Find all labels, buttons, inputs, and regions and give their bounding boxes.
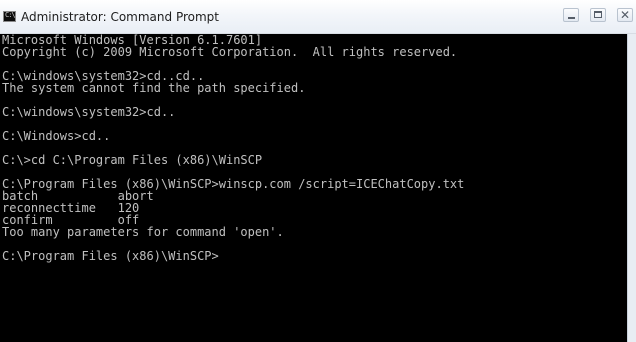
minimize-icon <box>568 17 575 19</box>
console-line: The system cannot find the path specifie… <box>2 81 306 95</box>
console-line: C:\windows\system32>cd.. <box>2 105 176 119</box>
prompt-line[interactable]: C:\Program Files (x86)\WinSCP> <box>2 250 627 262</box>
title-bar[interactable]: C:\ Administrator: Command Prompt ✕ <box>0 0 636 34</box>
cmd-icon[interactable]: C:\ <box>3 11 16 22</box>
maximize-button[interactable] <box>590 8 606 22</box>
console-line: C:\Windows>cd.. <box>2 129 111 143</box>
console-line: C:\>cd C:\Program Files (x86)\WinSCP <box>2 153 263 167</box>
console-line: Copyright (c) 2009 Microsoft Corporation… <box>2 45 458 59</box>
console-output[interactable]: Microsoft Windows [Version 6.1.7601] Cop… <box>0 34 627 342</box>
close-icon: ✕ <box>620 8 631 22</box>
window-title: Administrator: Command Prompt <box>21 10 219 24</box>
cmd-icon-label: C:\ <box>5 11 15 19</box>
maximize-icon <box>594 11 602 18</box>
minimize-button[interactable] <box>563 8 579 22</box>
window-border-right <box>627 34 636 342</box>
close-button[interactable]: ✕ <box>617 8 633 22</box>
console-line: Too many parameters for command 'open'. <box>2 225 284 239</box>
command-prompt-window: C:\ Administrator: Command Prompt ✕ Micr… <box>0 0 636 342</box>
